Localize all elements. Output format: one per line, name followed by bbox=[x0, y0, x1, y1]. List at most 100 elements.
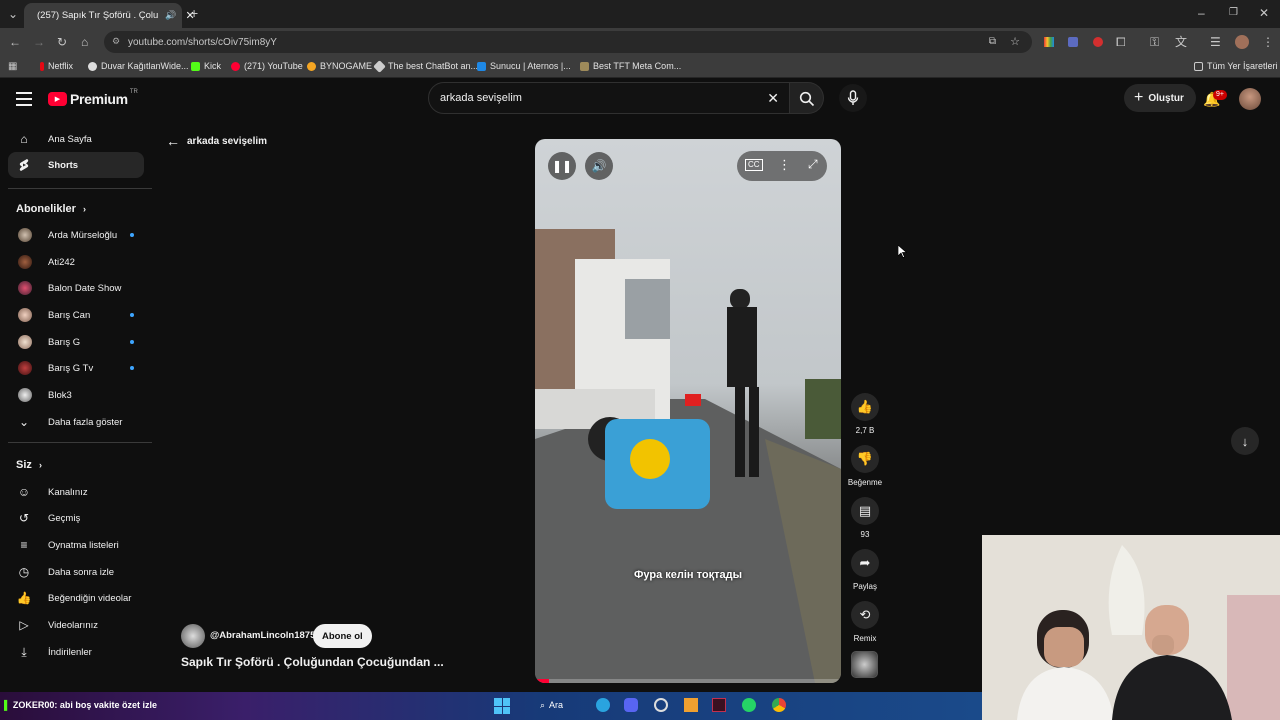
sidebar-item-history[interactable]: ↺ Geçmiş bbox=[8, 505, 144, 531]
pause-icon: ❚❚ bbox=[551, 159, 573, 173]
bookmark-wallpaper[interactable]: Duvar KağıtlanWide... bbox=[88, 61, 189, 71]
sidebar-item-your-videos[interactable]: ▷ Videolarınız bbox=[8, 612, 144, 638]
subscription-item[interactable]: Barış Can bbox=[8, 302, 144, 328]
sound-thumbnail[interactable] bbox=[851, 651, 878, 678]
video-title[interactable]: Sapık Tır Şoförü . Çoluğundan Çocuğundan… bbox=[181, 655, 444, 669]
microphone-icon bbox=[847, 90, 859, 105]
remix-icon: ⟲ bbox=[851, 601, 879, 629]
new-tab-icon[interactable]: + bbox=[190, 6, 198, 20]
window-close-icon[interactable]: ✕ bbox=[1259, 7, 1269, 19]
guide-menu-icon[interactable] bbox=[16, 92, 32, 106]
site-info-icon[interactable]: ⚙ bbox=[112, 36, 120, 47]
browser-menu-icon[interactable]: ⋮ bbox=[1262, 36, 1274, 48]
remix-button[interactable]: ⟲ Remix bbox=[850, 601, 880, 643]
bookmark-chatbot[interactable]: The best ChatBot an... bbox=[373, 59, 478, 73]
profile-avatar-icon[interactable] bbox=[1235, 35, 1249, 49]
sidebar-item-shorts[interactable]: Shorts bbox=[8, 152, 144, 178]
sidebar-item-watch-later[interactable]: ◷ Daha sonra izle bbox=[8, 559, 144, 585]
youtube-premium-logo[interactable]: ▶ Premium TR bbox=[48, 89, 138, 107]
discord-icon[interactable] bbox=[624, 698, 638, 712]
comments-button[interactable]: ▤ 93 bbox=[850, 497, 880, 539]
password-key-icon[interactable]: ⚿ bbox=[1150, 36, 1159, 48]
subscribe-button[interactable]: Abone ol bbox=[313, 624, 372, 648]
back-icon[interactable]: ← bbox=[9, 36, 21, 48]
app-icon[interactable] bbox=[712, 698, 726, 712]
fullscreen-icon[interactable]: ⤢ bbox=[808, 157, 818, 172]
sidebar-item-playlists[interactable]: ≡ Oynatma listeleri bbox=[8, 532, 144, 558]
bookmark-bynogame[interactable]: BYNOGAME bbox=[307, 61, 372, 71]
captions-icon[interactable]: CC bbox=[745, 159, 763, 171]
extension-red-icon[interactable] bbox=[1093, 37, 1103, 47]
minimize-icon[interactable]: – bbox=[1198, 7, 1205, 19]
create-button[interactable]: + Oluştur bbox=[1124, 84, 1196, 112]
reload-icon[interactable]: ↻ bbox=[57, 36, 67, 48]
files-icon[interactable] bbox=[684, 698, 698, 712]
bookmark-youtube[interactable]: (271) YouTube bbox=[231, 61, 303, 71]
tab-list-icon[interactable]: ⌄ bbox=[8, 8, 18, 20]
share-button[interactable]: ➦ Paylaş bbox=[850, 549, 880, 591]
translate-icon[interactable]: 文 bbox=[1175, 36, 1187, 48]
clear-search-icon[interactable]: ✕ bbox=[767, 90, 779, 107]
search-icon bbox=[799, 91, 815, 107]
sidebar-item-liked-videos[interactable]: 👍 Beğendiğin videolar bbox=[8, 585, 144, 611]
steam-icon[interactable] bbox=[654, 698, 668, 712]
you-heading[interactable]: Siz › bbox=[16, 459, 42, 471]
whatsapp-icon[interactable] bbox=[742, 698, 756, 712]
sidebar-item-downloads[interactable]: ⤓ İndirilenler bbox=[8, 639, 144, 665]
subscription-item[interactable]: Barış G bbox=[8, 329, 144, 355]
forward-icon[interactable]: → bbox=[33, 36, 45, 48]
telegram-icon[interactable] bbox=[596, 698, 610, 712]
sidebar-item-your-channel[interactable]: ☺ Kanalınız bbox=[8, 479, 144, 505]
all-bookmarks[interactable]: Tüm Yer İşaretleri bbox=[1194, 61, 1278, 71]
show-more-button[interactable]: ⌄ Daha fazla göster bbox=[8, 409, 144, 435]
chrome-icon[interactable] bbox=[772, 698, 786, 712]
voice-search-button[interactable] bbox=[839, 84, 867, 112]
apps-grid-icon[interactable]: ▦ bbox=[8, 61, 17, 73]
home-browser-icon[interactable]: ⌂ bbox=[81, 36, 88, 48]
browser-tab[interactable]: (257) Sapık Tır Şoförü . Çolu 🔊 ✕ bbox=[24, 3, 195, 28]
search-button[interactable] bbox=[790, 82, 824, 114]
search-query: arkada sevişelim bbox=[440, 92, 522, 104]
bookmark-kick[interactable]: Kick bbox=[191, 61, 221, 71]
bookmark-aternos[interactable]: Sunucu | Aternos |... bbox=[477, 61, 571, 71]
bookmark-tft[interactable]: Best TFT Meta Com... bbox=[580, 61, 681, 71]
channel-handle[interactable]: @AbrahamLincoln1875 bbox=[210, 630, 315, 641]
subscriptions-heading[interactable]: Abonelikler › bbox=[16, 203, 86, 215]
reading-list-icon[interactable]: ☰ bbox=[1210, 36, 1221, 48]
back-to-search[interactable]: ← arkada sevişelim bbox=[166, 133, 267, 149]
logo-region: TR bbox=[129, 89, 138, 95]
taskbar-search[interactable]: ⌕ Ara bbox=[540, 700, 563, 711]
url-field[interactable]: ⚙ youtube.com/shorts/cOiv75im8yY ⧉ ☆ bbox=[104, 31, 1032, 53]
sidebar-item-home[interactable]: ⌂ Ana Sayfa bbox=[8, 126, 144, 152]
share-label: Paylaş bbox=[852, 582, 877, 591]
bookmark-star-icon[interactable]: ☆ bbox=[1010, 35, 1020, 48]
audio-playing-icon[interactable]: 🔊 bbox=[165, 10, 176, 21]
install-app-icon[interactable]: ⧉ bbox=[989, 36, 996, 47]
subscription-item[interactable]: Balon Date Show bbox=[8, 275, 144, 301]
youtube-header: ▶ Premium TR arkada sevişelim ✕ + Oluştu… bbox=[0, 78, 1280, 122]
volume-icon: 🔊 bbox=[591, 159, 607, 173]
extension-shield-icon[interactable] bbox=[1068, 37, 1078, 47]
channel-avatar bbox=[18, 308, 32, 322]
new-content-dot bbox=[130, 313, 134, 317]
subscription-item[interactable]: Ati242 bbox=[8, 249, 144, 275]
more-options-icon[interactable]: ⋮ bbox=[778, 157, 791, 173]
search-input[interactable]: arkada sevişelim ✕ bbox=[428, 82, 790, 114]
windows-start-icon[interactable] bbox=[494, 698, 510, 714]
volume-button[interactable]: 🔊 bbox=[585, 152, 613, 180]
pause-button[interactable]: ❚❚ bbox=[548, 152, 576, 180]
subscription-item[interactable]: Blok3 bbox=[8, 382, 144, 408]
bookmark-netflix[interactable]: Netflix bbox=[40, 61, 73, 71]
extension-color-icon[interactable] bbox=[1044, 37, 1054, 47]
subscription-item[interactable]: Barış G Tv bbox=[8, 355, 144, 381]
like-button[interactable]: 👍 2,7 B bbox=[850, 393, 880, 435]
restore-icon[interactable]: ❐ bbox=[1229, 7, 1238, 19]
extensions-puzzle-icon[interactable]: ⧠ bbox=[1116, 36, 1126, 48]
account-avatar[interactable] bbox=[1239, 88, 1261, 110]
shorts-video-player[interactable]: ❚❚ 🔊 CC ⋮ ⤢ Фура келін тоқтады bbox=[535, 139, 841, 683]
dislike-button[interactable]: 👎 Beğenme bbox=[848, 445, 882, 487]
subscription-item[interactable]: Arda Mürseloğlu bbox=[8, 222, 144, 248]
channel-avatar[interactable] bbox=[181, 624, 205, 648]
next-short-button[interactable]: ↓ bbox=[1231, 427, 1259, 455]
channel-avatar bbox=[18, 335, 32, 349]
